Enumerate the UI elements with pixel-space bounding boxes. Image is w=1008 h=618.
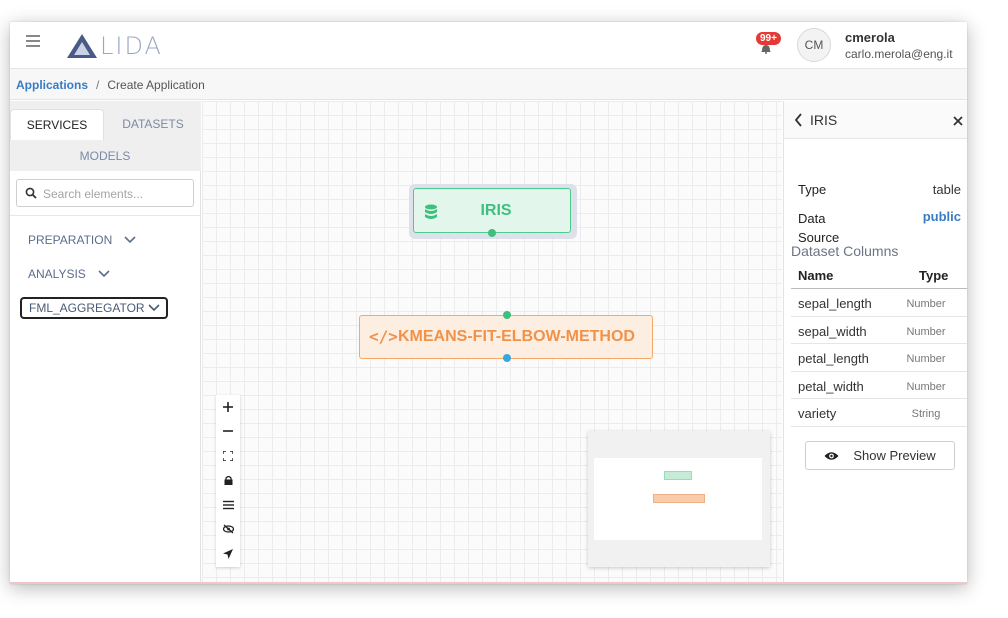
details-panel: IRIS Type table Data Source public Datas… [783, 101, 967, 582]
code-icon: </> [369, 327, 398, 346]
input-port[interactable] [503, 311, 511, 319]
canvas-controls [216, 395, 240, 567]
menu-icon[interactable] [26, 35, 40, 49]
logo-text: LIDA [100, 32, 163, 60]
table-row: variety String [791, 399, 967, 427]
show-preview-label: Show Preview [853, 448, 936, 463]
node-label: KMEANS-FIT-ELBOW-METHOD [398, 328, 635, 345]
hide-icon[interactable] [216, 517, 240, 541]
elements-sidebar: SERVICES DATASETS MODELS PREPARATION ANA… [10, 101, 201, 582]
minimap[interactable] [588, 431, 770, 567]
breadcrumb-current: Create Application [107, 77, 205, 92]
layers-icon[interactable] [216, 493, 240, 517]
search-input[interactable] [43, 184, 191, 204]
category-label: PREPARATION [28, 233, 113, 247]
column-type: Number [906, 353, 946, 366]
category-label: FML_AGGREGATOR [29, 301, 145, 315]
bell-icon [761, 45, 771, 54]
flow-canvas[interactable]: IRIS </> KMEANS-FIT-ELBOW-METHOD [202, 101, 782, 582]
show-preview-button[interactable]: Show Preview [805, 441, 955, 470]
type-label: Type [798, 182, 827, 197]
node-iris[interactable]: IRIS [413, 188, 571, 233]
search-icon [25, 187, 37, 199]
chevron-down-icon [124, 236, 136, 244]
column-type: Number [906, 380, 946, 393]
sidebar-tabs: SERVICES DATASETS MODELS [10, 101, 201, 171]
type-value: table [932, 182, 961, 197]
column-name: sepal_length [798, 296, 872, 311]
panel-title: IRIS [810, 112, 838, 128]
chevron-down-icon [148, 304, 160, 312]
zoom-out-icon[interactable] [216, 419, 240, 443]
tab-models[interactable]: MODELS [58, 141, 152, 171]
app-logo[interactable]: LIDA [66, 32, 163, 60]
top-bar: LIDA 99+ CM cmerola carlo.merola@eng.it [10, 22, 967, 69]
node-label: IRIS [480, 201, 512, 219]
column-name: sepal_width [798, 323, 867, 339]
tab-services[interactable]: SERVICES [10, 109, 104, 140]
navigate-icon[interactable] [216, 542, 240, 566]
breadcrumb-applications-link[interactable]: Applications [16, 78, 88, 92]
table-row: sepal_length Number [791, 289, 967, 317]
output-port[interactable] [503, 354, 511, 362]
lock-icon[interactable] [216, 468, 240, 492]
panel-header: IRIS [784, 101, 967, 139]
category-preparation[interactable]: PREPARATION [28, 233, 136, 247]
breadcrumb: Applications / Create Application [10, 70, 967, 100]
column-type: String [911, 408, 941, 421]
category-label: ANALYSIS [28, 267, 86, 281]
table-row: sepal_width Number [791, 317, 967, 345]
column-name: variety [798, 406, 837, 422]
data-source-link[interactable]: public [923, 209, 961, 224]
close-icon[interactable] [952, 115, 964, 127]
tab-datasets[interactable]: DATASETS [110, 109, 196, 140]
notifications-button[interactable]: 99+ [756, 32, 782, 56]
logo-mark-icon [67, 34, 97, 58]
columns-table: Name Type sepal_length Number sepal_widt… [791, 265, 967, 427]
table-header: Name Type [791, 265, 967, 289]
minimap-viewport [594, 458, 762, 540]
avatar[interactable]: CM [797, 28, 831, 62]
output-port[interactable] [488, 229, 496, 237]
user-name: cmerola [845, 30, 895, 45]
fit-view-icon[interactable] [216, 444, 240, 468]
column-name: petal_length [798, 351, 869, 367]
divider [10, 215, 201, 216]
minimap-node [653, 494, 705, 503]
search-box [16, 179, 194, 207]
zoom-in-icon[interactable] [216, 395, 240, 419]
table-row: petal_length Number [791, 344, 967, 372]
header-type: Type [919, 268, 949, 283]
column-type: Number [906, 325, 946, 338]
data-source-label: Data Source [798, 211, 840, 245]
column-name: petal_width [798, 378, 864, 394]
user-email: carlo.merola@eng.it [845, 47, 953, 61]
breadcrumb-separator: / [96, 77, 100, 92]
table-row: petal_width Number [791, 372, 967, 400]
chevron-down-icon [98, 270, 110, 278]
header-name: Name [798, 268, 834, 283]
node-kmeans-fit-elbow-method[interactable]: </> KMEANS-FIT-ELBOW-METHOD [359, 315, 653, 359]
minimap-node [664, 471, 692, 480]
eye-icon [824, 451, 839, 460]
category-fml-aggregator[interactable]: FML_AGGREGATOR [20, 297, 168, 319]
app-window: LIDA 99+ CM cmerola carlo.merola@eng.it … [10, 22, 967, 584]
column-type: Number [906, 298, 946, 310]
dataset-columns-title: Dataset Columns [791, 243, 899, 259]
category-analysis[interactable]: ANALYSIS [28, 267, 110, 281]
chevron-left-icon[interactable] [794, 113, 803, 127]
